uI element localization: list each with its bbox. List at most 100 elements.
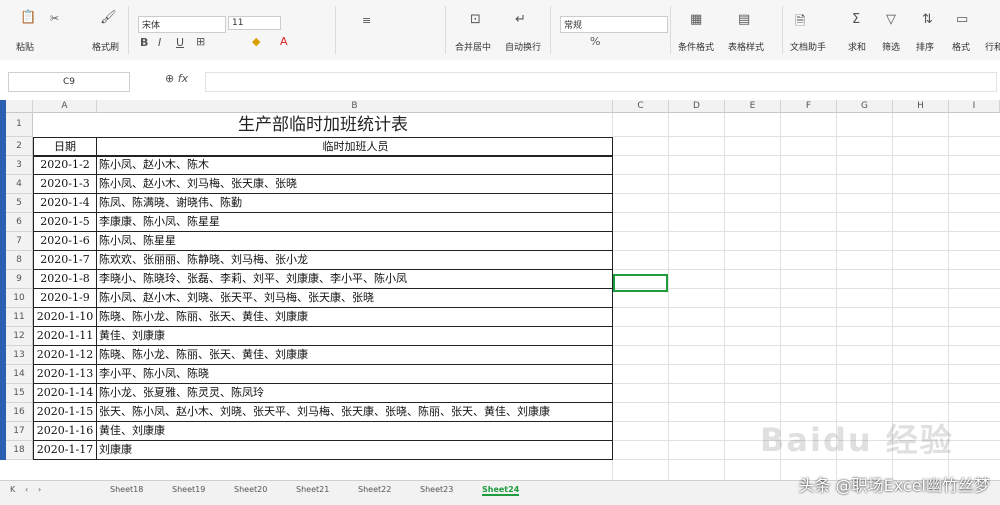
cell-staff[interactable]: 黄佳、刘康康 — [96, 326, 613, 346]
cell-date[interactable]: 2020-1-3 — [33, 174, 97, 194]
row-header-11[interactable]: 11 — [6, 308, 33, 327]
format-painter-icon[interactable]: 🖌 — [100, 10, 117, 25]
sort-button[interactable]: 排序 — [916, 40, 934, 53]
cell-staff[interactable]: 陈晓、陈小龙、陈丽、张天、黄佳、刘康康 — [96, 345, 613, 365]
formula-input[interactable] — [205, 72, 997, 92]
cell-date[interactable]: 2020-1-5 — [33, 212, 97, 232]
paste-button[interactable]: 粘贴 — [16, 40, 34, 53]
column-header-h[interactable]: H — [893, 100, 949, 113]
row-header-13[interactable]: 13 — [6, 346, 33, 365]
cell-date[interactable]: 2020-1-9 — [33, 288, 97, 308]
cell-staff[interactable]: 陈欢欢、张丽丽、陈静晓、刘马梅、张小龙 — [96, 250, 613, 270]
font-name-select[interactable]: 宋体 — [138, 16, 226, 33]
tab-sheet19[interactable]: Sheet19 — [172, 485, 205, 494]
cell-date[interactable]: 2020-1-8 — [33, 269, 97, 289]
cell-date[interactable]: 2020-1-14 — [33, 383, 97, 403]
column-header-c[interactable]: C — [613, 100, 669, 113]
cell-staff[interactable]: 陈小凤、赵小木、刘晓、张天平、刘马梅、张天康、张晓 — [96, 288, 613, 308]
row-header-18[interactable]: 18 — [6, 441, 33, 460]
paste-icon[interactable]: 📋 — [20, 10, 36, 25]
row-header-3[interactable]: 3 — [6, 156, 33, 175]
row-header-17[interactable]: 17 — [6, 422, 33, 441]
merge-center-button[interactable]: 合并居中 — [455, 40, 491, 53]
rows-cols-button[interactable]: 行和列 — [985, 40, 1000, 53]
tab-sheet22[interactable]: Sheet22 — [358, 485, 391, 494]
number-format-select[interactable]: 常规 — [560, 16, 668, 33]
cell-staff[interactable]: 陈小凤、赵小木、陈木 — [96, 155, 613, 175]
format-icon[interactable]: ▭ — [956, 12, 968, 27]
tab-nav-first-icon[interactable]: K — [10, 485, 15, 494]
sum-icon[interactable]: Σ — [852, 12, 860, 27]
border-icon[interactable]: ⊞ — [196, 35, 205, 48]
sort-icon[interactable]: ⇅ — [922, 12, 933, 27]
cell-staff[interactable]: 陈小龙、张夏雅、陈灵灵、陈凤玲 — [96, 383, 613, 403]
percent-icon[interactable]: % — [590, 35, 600, 48]
row-header-4[interactable]: 4 — [6, 175, 33, 194]
column-header-g[interactable]: G — [837, 100, 893, 113]
conditional-format-icon[interactable]: ▦ — [690, 12, 702, 27]
row-header-1[interactable]: 1 — [6, 113, 33, 137]
column-header-f[interactable]: F — [781, 100, 837, 113]
row-header-6[interactable]: 6 — [6, 213, 33, 232]
row-header-12[interactable]: 12 — [6, 327, 33, 346]
filter-icon[interactable]: ▽ — [886, 12, 896, 27]
align-center-icon[interactable]: ≡ — [362, 14, 371, 27]
row-header-14[interactable]: 14 — [6, 365, 33, 384]
cell-date[interactable]: 2020-1-15 — [33, 402, 97, 422]
row-header-16[interactable]: 16 — [6, 403, 33, 422]
cell-date[interactable]: 2020-1-10 — [33, 307, 97, 327]
row-header-15[interactable]: 15 — [6, 384, 33, 403]
conditional-format-button[interactable]: 条件格式 — [678, 40, 714, 53]
wrap-text-icon[interactable]: ↵ — [515, 12, 526, 27]
column-header-b[interactable]: B — [97, 100, 613, 113]
font-size-select[interactable]: 11 — [228, 16, 281, 30]
column-header-d[interactable]: D — [669, 100, 725, 113]
cell-staff[interactable]: 李康康、陈小凤、陈星星 — [96, 212, 613, 232]
column-header-a[interactable]: A — [33, 100, 97, 113]
cell-date[interactable]: 2020-1-2 — [33, 155, 97, 175]
tab-sheet24[interactable]: Sheet24 — [482, 485, 520, 496]
cell-date[interactable]: 2020-1-16 — [33, 421, 97, 441]
cell-staff[interactable]: 李小平、陈小凤、陈晓 — [96, 364, 613, 384]
table-style-button[interactable]: 表格样式 — [728, 40, 764, 53]
fx-label[interactable]: fx — [178, 72, 188, 85]
cell-staff[interactable]: 黄佳、刘康康 — [96, 421, 613, 441]
format-painter-button[interactable]: 格式刷 — [92, 40, 119, 53]
wrap-text-button[interactable]: 自动换行 — [505, 40, 541, 53]
filter-button[interactable]: 筛选 — [882, 40, 900, 53]
corner-cell[interactable] — [6, 100, 33, 113]
column-header-e[interactable]: E — [725, 100, 781, 113]
italic-icon[interactable]: I — [158, 36, 161, 49]
cell-date[interactable]: 2020-1-13 — [33, 364, 97, 384]
cell-date[interactable]: 2020-1-6 — [33, 231, 97, 251]
selected-cell[interactable] — [613, 274, 668, 292]
header-date[interactable]: 日期 — [33, 137, 97, 157]
cell-staff[interactable]: 陈小凤、赵小木、刘马梅、张天康、张晓 — [96, 174, 613, 194]
bold-icon[interactable]: B — [140, 36, 148, 49]
row-header-10[interactable]: 10 — [6, 289, 33, 308]
tab-sheet21[interactable]: Sheet21 — [296, 485, 329, 494]
row-header-5[interactable]: 5 — [6, 194, 33, 213]
row-header-8[interactable]: 8 — [6, 251, 33, 270]
doc-assistant-icon[interactable]: 🗎 — [795, 12, 805, 34]
cell-staff[interactable]: 张天、陈小凤、赵小木、刘晓、张天平、刘马梅、张天康、张晓、陈丽、张天、黄佳、刘康… — [96, 402, 613, 422]
cell-date[interactable]: 2020-1-7 — [33, 250, 97, 270]
column-header-i[interactable]: I — [949, 100, 1000, 113]
sheet-title[interactable]: 生产部临时加班统计表 — [33, 113, 613, 137]
doc-assistant-button[interactable]: 文档助手 — [790, 40, 826, 53]
font-color-icon[interactable]: A — [280, 35, 288, 48]
table-style-icon[interactable]: ▤ — [738, 12, 750, 27]
cell-date[interactable]: 2020-1-12 — [33, 345, 97, 365]
fill-color-icon[interactable]: ◆ — [252, 35, 260, 48]
sum-button[interactable]: 求和 — [848, 40, 866, 53]
tab-nav-prev-icon[interactable]: ‹ — [25, 485, 28, 494]
row-header-7[interactable]: 7 — [6, 232, 33, 251]
merge-center-icon[interactable]: ⊡ — [470, 12, 481, 27]
cell-date[interactable]: 2020-1-4 — [33, 193, 97, 213]
row-header-9[interactable]: 9 — [6, 270, 33, 289]
tab-sheet23[interactable]: Sheet23 — [420, 485, 453, 494]
cell-date[interactable]: 2020-1-11 — [33, 326, 97, 346]
underline-icon[interactable]: U — [176, 36, 184, 49]
name-box[interactable]: C9 — [8, 72, 130, 92]
cell-date[interactable]: 2020-1-17 — [33, 440, 97, 460]
